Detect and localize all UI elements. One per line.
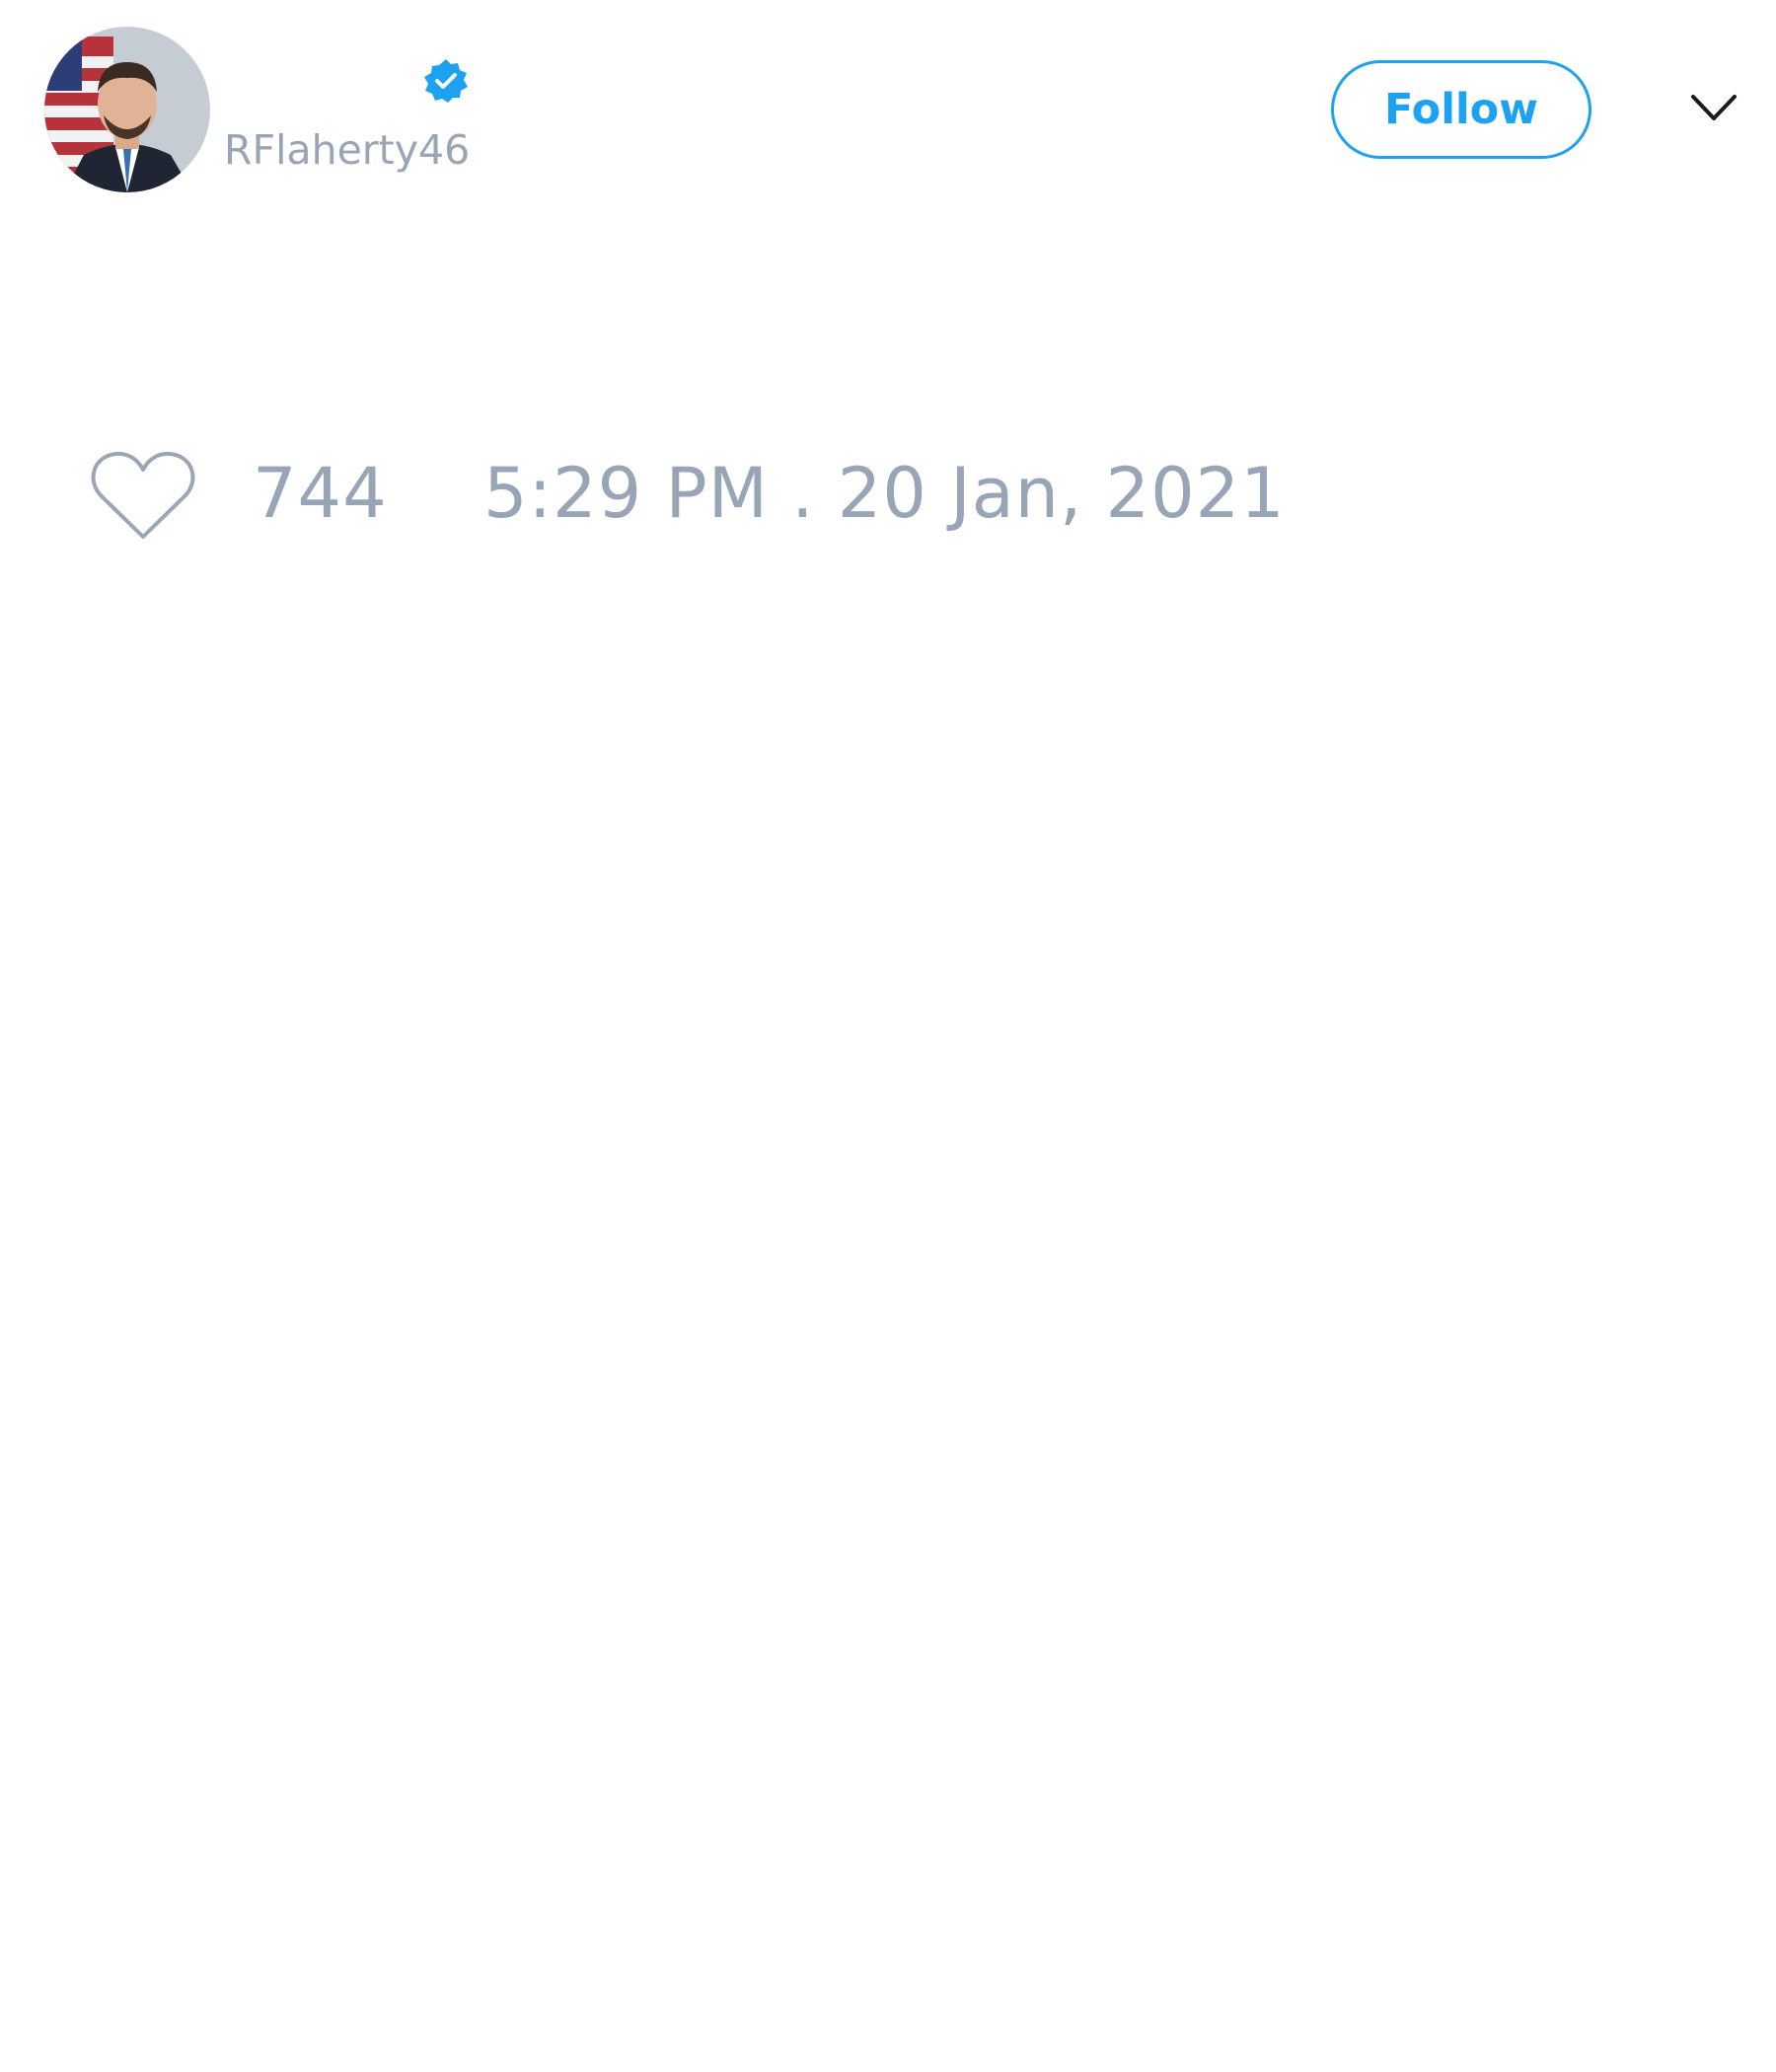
tweet-timestamp[interactable]: 5:29 PM . 20 Jan, 2021	[483, 454, 1286, 533]
avatar-photo	[44, 27, 210, 192]
chevron-down-icon[interactable]	[1689, 91, 1739, 126]
verified-badge-icon	[424, 59, 468, 103]
heart-icon[interactable]	[89, 448, 197, 543]
author-handle[interactable]: RFlaherty46	[224, 126, 470, 174]
like-count: 744	[253, 453, 388, 534]
tweet-card: RFlaherty46 Follow 744 5:29 PM . 20 Jan,…	[0, 0, 1776, 2072]
follow-button[interactable]: Follow	[1331, 60, 1591, 159]
avatar[interactable]	[44, 27, 210, 192]
